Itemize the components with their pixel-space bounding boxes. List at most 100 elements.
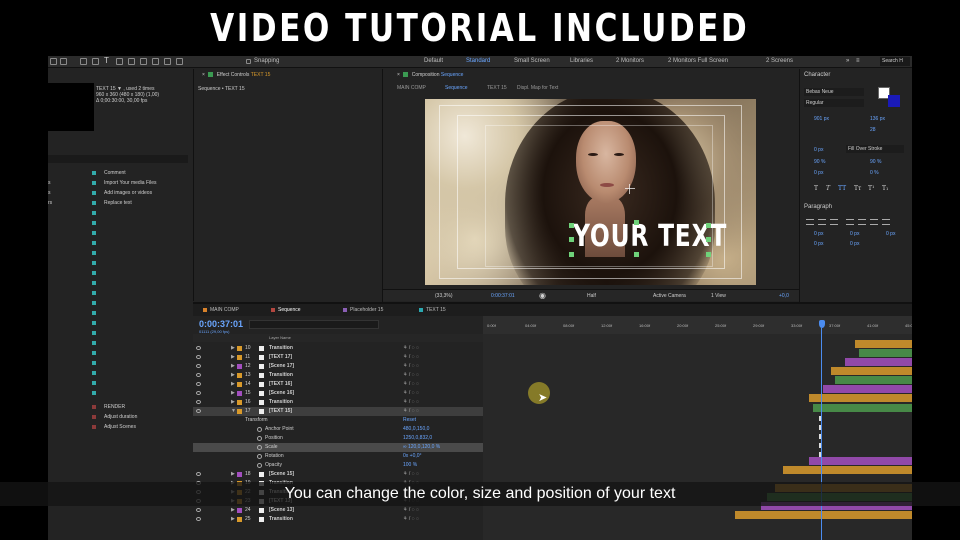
menu-icon[interactable]: ≡ [856, 58, 860, 64]
expand-triangle-icon[interactable]: ▶ [231, 390, 235, 396]
close-icon[interactable]: × [202, 72, 205, 78]
layer-row[interactable]: ▼ 17 [TEXT 15] ⚘ / ◌ ◌ [193, 407, 483, 416]
layer-name[interactable]: [Scene 17] [269, 363, 294, 369]
close-icon[interactable]: × [397, 72, 400, 78]
transform-property[interactable]: Scale ∞ 120,0,120,0 % [193, 443, 483, 452]
layer-bar[interactable] [845, 358, 912, 366]
stopwatch-icon[interactable] [257, 427, 262, 432]
layer-switches[interactable]: ⚘ / ◌ ◌ [403, 408, 419, 414]
comp-nav-tab[interactable]: Displ. Map for Text [517, 85, 558, 91]
expand-triangle-icon[interactable]: ▶ [231, 363, 235, 369]
layer-bar[interactable] [835, 376, 912, 384]
space-after-value[interactable]: 0 px [850, 241, 859, 247]
layer-name[interactable]: [Scene 15] [269, 471, 294, 477]
expand-triangle-icon[interactable]: ▶ [231, 516, 235, 522]
layer-switches[interactable]: ⚘ / ◌ ◌ [403, 345, 419, 351]
project-row[interactable]: Adjust Scenes [48, 423, 192, 431]
label-color-icon[interactable] [237, 373, 242, 378]
project-row[interactable] [48, 209, 192, 217]
stopwatch-icon[interactable] [257, 445, 262, 450]
timeline-search-input[interactable] [249, 320, 379, 329]
timeline-timecode[interactable]: 0:00:37:01 [199, 319, 243, 329]
layer-row[interactable]: ▶ 14 [TEXT 16] ⚘ / ◌ ◌ [193, 380, 483, 389]
project-row[interactable] [48, 269, 192, 277]
visibility-eye-icon[interactable] [196, 517, 201, 521]
layer-row[interactable]: ▶ 11 [TEXT 17] ⚘ / ◌ ◌ [193, 353, 483, 362]
workspace-2-screens[interactable]: 2 Screens [766, 58, 793, 64]
bbox-handle[interactable] [706, 252, 711, 257]
indent-left-value[interactable]: 0 px [814, 231, 823, 237]
layer-name[interactable]: [TEXT 17] [269, 354, 292, 360]
stopwatch-icon[interactable] [257, 463, 262, 468]
layer-name[interactable]: Transition [269, 372, 293, 378]
bbox-handle[interactable] [634, 220, 639, 225]
property-value[interactable]: 0x +0,0° [403, 453, 422, 459]
project-row[interactable] [48, 229, 192, 237]
comp-nav-tab[interactable]: MAIN COMP [397, 85, 426, 91]
bbox-handle[interactable] [569, 237, 574, 242]
faux-italic-icon[interactable]: T [826, 185, 830, 192]
indent-right-value[interactable]: 0 px [850, 231, 859, 237]
layer-name[interactable]: Transition [269, 399, 293, 405]
project-row[interactable] [48, 369, 192, 377]
comp-nav-tab[interactable]: TEXT 15 [487, 85, 507, 91]
pen-tool-icon[interactable] [92, 58, 99, 65]
layer-row[interactable]: ▶ 12 [Scene 17] ⚘ / ◌ ◌ [193, 362, 483, 371]
all-caps-icon[interactable]: TT [838, 185, 846, 192]
property-value[interactable]: ∞ 120,0,120,0 % [403, 444, 440, 450]
horizontal-scale-value[interactable]: 90 % [870, 159, 881, 165]
font-family-dropdown[interactable]: Bebas Neue [804, 88, 864, 96]
project-row[interactable] [48, 219, 192, 227]
overlay-text[interactable]: YOUR TEXT [573, 219, 727, 254]
stroke-type-dropdown[interactable]: Fill Over Stroke [846, 145, 904, 153]
camera-dropdown[interactable]: Active Camera [653, 293, 686, 299]
project-row[interactable] [48, 309, 192, 317]
subscript-icon[interactable]: T₁ [882, 185, 888, 192]
expand-triangle-icon[interactable]: ▶ [231, 507, 235, 513]
workspace-small-screen[interactable]: Small Screen [514, 58, 550, 64]
workspace-standard[interactable]: Standard [466, 58, 490, 64]
timeline-tab[interactable]: TEXT 15 [419, 307, 446, 313]
current-time-indicator[interactable] [819, 320, 825, 328]
resolution-dropdown[interactable]: Half [587, 293, 596, 299]
layer-switches[interactable]: ⚘ / ◌ ◌ [403, 372, 419, 378]
first-line-indent-value[interactable]: 0 px [886, 231, 895, 237]
layer-switches[interactable]: ⚘ / ◌ ◌ [403, 507, 419, 513]
stroke-color-swatch[interactable] [888, 95, 900, 107]
magnification-dropdown[interactable]: (33,3%) [435, 293, 453, 299]
stroke-width-value[interactable]: 0 px [814, 147, 823, 153]
layer-bar[interactable] [735, 511, 912, 519]
project-row[interactable] [48, 349, 192, 357]
label-color-icon[interactable] [237, 517, 242, 522]
label-color-icon[interactable] [237, 409, 242, 414]
project-row[interactable] [48, 339, 192, 347]
layer-switches[interactable]: ⚘ / ◌ ◌ [403, 399, 419, 405]
layer-name[interactable]: Transition [269, 516, 293, 522]
label-color-icon[interactable] [237, 391, 242, 396]
layer-bar[interactable] [831, 367, 912, 375]
exposure-value[interactable]: +0,0 [779, 293, 789, 299]
layer-switches[interactable]: ⚘ / ◌ ◌ [403, 381, 419, 387]
layer-name[interactable]: [TEXT 16] [269, 381, 292, 387]
rect-tool-icon[interactable] [80, 58, 87, 65]
property-value[interactable]: 100 % [403, 462, 417, 468]
type-tool-icon[interactable]: T [104, 56, 111, 65]
layer-row[interactable]: ▶ 10 Transition ⚘ / ◌ ◌ [193, 344, 483, 353]
layer-bar[interactable] [859, 349, 912, 357]
leading-value[interactable]: 136 px [870, 116, 885, 122]
layer-name[interactable]: [Scene 13] [269, 507, 294, 513]
hand-tool-icon[interactable] [60, 58, 67, 65]
label-color-icon[interactable] [237, 508, 242, 513]
visibility-eye-icon[interactable] [196, 508, 201, 512]
transform-reset-link[interactable]: Reset [403, 417, 416, 423]
project-row[interactable]: Comment [48, 169, 192, 177]
layer-row[interactable]: ▶ 15 [Scene 16] ⚘ / ◌ ◌ [193, 389, 483, 398]
search-help-input[interactable]: Search H [880, 57, 910, 66]
composition-tab[interactable]: × Composition Sequence [397, 72, 463, 78]
snapping-checkbox[interactable] [246, 59, 251, 64]
label-color-icon[interactable] [237, 364, 242, 369]
tracking-value[interactable]: 28 [870, 127, 876, 133]
layer-bar[interactable] [855, 340, 912, 348]
layer-row[interactable]: ▶ 24 [Scene 13] ⚘ / ◌ ◌ [193, 506, 483, 515]
project-row[interactable] [48, 319, 192, 327]
